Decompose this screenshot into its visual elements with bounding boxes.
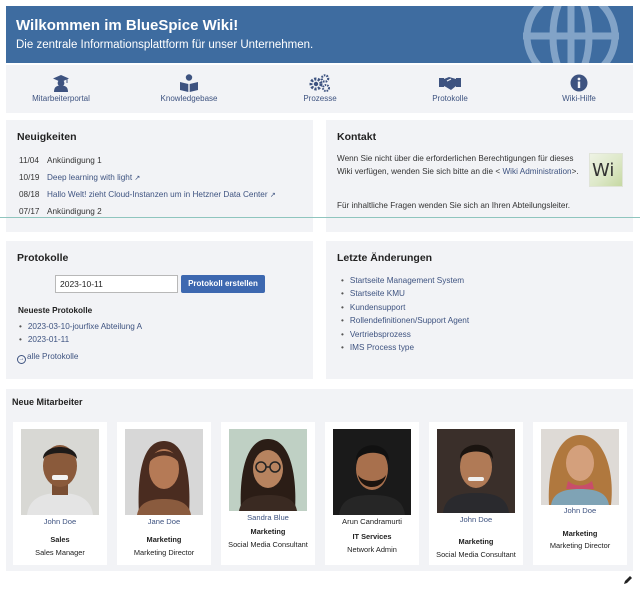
employee-card[interactable]: Jane Doe Marketing Marketing Director xyxy=(117,422,211,565)
employee-role: Marketing Director xyxy=(133,548,195,557)
contact-panel: Kontakt Wenn Sie nicht über die erforder… xyxy=(326,120,633,232)
employee-name: Arun Candramurti xyxy=(342,517,402,526)
arrow-circle-icon: → xyxy=(17,355,26,364)
employee-card[interactable]: John Doe Marketing Marketing Director xyxy=(533,422,627,565)
nav-prozesse[interactable]: Prozesse xyxy=(265,65,375,113)
divider-line xyxy=(0,217,640,218)
nav-label: Wiki-Hilfe xyxy=(562,94,596,103)
news-date: 07/17 xyxy=(19,207,40,216)
employee-photo xyxy=(437,429,515,513)
external-link-icon: ↗ xyxy=(134,175,141,182)
employee-role: Social Media Consultant xyxy=(228,540,308,549)
news-date: 11/04 xyxy=(19,156,39,165)
header-banner: Wilkommen im BlueSpice Wiki! Die zentral… xyxy=(6,6,633,63)
create-protocol-button[interactable]: Protokoll erstellen xyxy=(181,275,265,293)
employee-card[interactable]: John Doe Sales Sales Manager xyxy=(13,422,107,565)
news-date: 08/18 xyxy=(19,190,40,199)
portal-navigation: Mitarbeiterportal Knowledgebase Prozesse xyxy=(6,65,633,113)
contact-line: Wenn Sie nicht über die erforderlichen B… xyxy=(337,154,574,163)
nav-label: Mitarbeiterportal xyxy=(32,94,90,103)
protocol-date-input[interactable] xyxy=(55,275,178,293)
recent-changes-panel: Letzte Änderungen Startseite Management … xyxy=(326,241,633,379)
news-link-text: Deep learning with light xyxy=(47,173,133,182)
handshake-icon xyxy=(439,77,461,90)
page-subtitle: Die zentrale Informationsplattform für u… xyxy=(16,39,314,51)
nav-mitarbeiterportal[interactable]: Mitarbeiterportal xyxy=(6,65,116,113)
employee-department: Marketing xyxy=(146,535,182,544)
change-link[interactable]: Vertriebsprozess xyxy=(341,330,411,339)
contact-title: Kontakt xyxy=(337,131,377,143)
globe-icon xyxy=(523,6,619,63)
employee-name: John Doe xyxy=(459,515,493,524)
employee-department: IT Services xyxy=(352,532,392,541)
employee-role: Marketing Director xyxy=(549,541,611,550)
wiki-logo: Wi xyxy=(589,153,623,187)
news-item: 11/04 Ankündigung 1 xyxy=(19,156,102,165)
employee-name: Sandra Blue xyxy=(247,513,289,522)
all-protocols-label: alle Protokolle xyxy=(27,352,79,361)
employee-role: Sales Manager xyxy=(35,548,85,557)
employee-photo xyxy=(333,429,411,515)
change-link[interactable]: Startseite KMU xyxy=(341,289,405,298)
news-text: Ankündigung 1 xyxy=(47,156,102,165)
change-link[interactable]: IMS Process type xyxy=(341,343,414,352)
protocols-title: Protokolle xyxy=(17,252,69,264)
external-link-icon: ↗ xyxy=(269,192,276,199)
edit-pencil-icon[interactable] xyxy=(623,575,633,585)
nav-knowledgebase[interactable]: Knowledgebase xyxy=(134,65,244,113)
employee-photo xyxy=(125,429,203,515)
news-item: 07/17 Ankündigung 2 xyxy=(19,207,102,216)
change-link[interactable]: Kundensupport xyxy=(341,303,406,312)
protocol-link[interactable]: 2023-01-11 xyxy=(19,335,69,344)
employee-name: John Doe xyxy=(43,517,77,526)
employee-role: Social Media Consultant xyxy=(436,550,516,559)
new-employees-title: Neue Mitarbeiter xyxy=(12,397,83,407)
user-graduate-icon xyxy=(53,75,69,92)
info-circle-icon xyxy=(570,74,588,92)
news-title: Neuigkeiten xyxy=(17,131,77,143)
employee-card[interactable]: Arun Candramurti IT Services Network Adm… xyxy=(325,422,419,565)
employee-card[interactable]: Sandra Blue Marketing Social Media Consu… xyxy=(221,422,315,565)
employee-name: John Doe xyxy=(563,506,597,515)
page-title: Wilkommen im BlueSpice Wiki! xyxy=(16,17,239,34)
all-protocols-link[interactable]: → alle Protokolle xyxy=(17,352,78,364)
employee-photo xyxy=(229,429,307,511)
nav-label: Prozesse xyxy=(303,94,337,103)
news-item: 10/19 Deep learning with light ↗ xyxy=(19,173,140,182)
contact-text: Wiki verfügen, wenden Sie sich bitte an … xyxy=(337,167,501,176)
employee-role: Network Admin xyxy=(347,545,397,554)
news-link-text: Hallo Welt! zieht Cloud-Instanzen um in … xyxy=(47,190,268,199)
news-text: Ankündigung 2 xyxy=(47,207,102,216)
nav-protokolle[interactable]: Protokolle xyxy=(395,65,505,113)
employee-department: Marketing xyxy=(458,537,494,546)
news-link[interactable]: Hallo Welt! zieht Cloud-Instanzen um in … xyxy=(47,190,276,199)
employee-department: Marketing xyxy=(250,527,286,536)
news-panel: Neuigkeiten 11/04 Ankündigung 1 10/19 Deep… xyxy=(6,120,313,232)
contact-line: Für inhaltliche Fragen wenden Sie sich a… xyxy=(337,201,571,210)
new-employees-panel: Neue Mitarbeiter John Doe Sales Sales Ma… xyxy=(6,389,633,571)
employee-department: Marketing xyxy=(562,529,598,538)
employee-department: Sales xyxy=(50,535,70,544)
contact-text: >. xyxy=(571,167,579,176)
recent-changes-title: Letzte Änderungen xyxy=(337,252,433,264)
cogs-icon xyxy=(309,74,330,92)
book-reader-icon xyxy=(180,74,198,92)
news-date: 10/19 xyxy=(19,173,40,182)
employee-photo xyxy=(21,429,99,515)
change-link[interactable]: Rollendefinitionen/Support Agent xyxy=(341,316,469,325)
change-link[interactable]: Startseite Management System xyxy=(341,276,464,285)
wiki-admin-link[interactable]: Wiki Administration xyxy=(502,167,571,176)
employee-name: Jane Doe xyxy=(147,517,181,526)
contact-line: Wiki verfügen, wenden Sie sich bitte an … xyxy=(337,165,579,178)
news-item: 08/18 Hallo Welt! zieht Cloud-Instanzen u… xyxy=(19,190,276,199)
protocol-link[interactable]: 2023-03-10-jourfixe Abteilung A xyxy=(19,322,142,331)
latest-protocols-heading: Neueste Protokolle xyxy=(18,306,93,315)
employee-card[interactable]: John Doe Marketing Social Media Consulta… xyxy=(429,422,523,565)
employee-photo xyxy=(541,429,619,505)
nav-label: Protokolle xyxy=(432,94,468,103)
news-link[interactable]: Deep learning with light ↗ xyxy=(47,173,140,182)
nav-label: Knowledgebase xyxy=(160,94,218,103)
protocols-panel: Protokolle Protokoll erstellen Neueste P… xyxy=(6,241,313,379)
nav-wiki-hilfe[interactable]: Wiki-Hilfe xyxy=(524,65,634,113)
